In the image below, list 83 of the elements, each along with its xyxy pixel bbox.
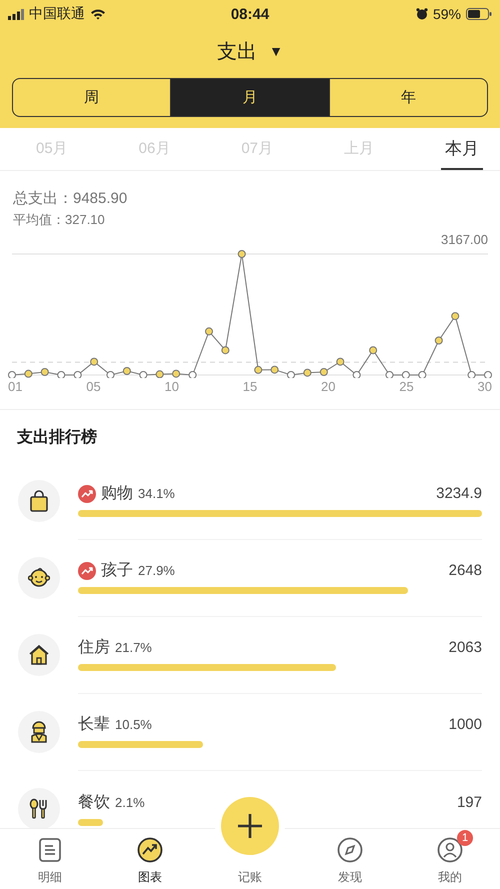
signal-icon [8, 8, 24, 20]
axis-label: 05 [86, 379, 101, 394]
data-point [369, 346, 378, 354]
category-percent: 21.7% [115, 640, 152, 655]
data-point [287, 371, 295, 378]
axis-label: 20 [321, 379, 336, 394]
data-point [188, 371, 197, 378]
category-amount: 3234.9 [436, 485, 482, 502]
house-icon [28, 642, 50, 666]
trend-chart-icon [137, 837, 163, 863]
month-tab[interactable]: 本月 [441, 128, 483, 170]
category-name: 住房 [78, 638, 110, 658]
category-percent: 10.5% [115, 717, 152, 732]
person-icon [437, 837, 463, 863]
axis-label: 30 [478, 379, 492, 394]
period-tab[interactable]: 年 [328, 79, 487, 116]
status-time: 08:44 [230, 6, 270, 22]
data-point [205, 327, 213, 336]
data-point [24, 370, 32, 378]
compass-icon [337, 837, 363, 863]
data-point [336, 358, 344, 366]
data-point [451, 312, 460, 320]
nav-tab[interactable]: 图表 [100, 829, 200, 889]
list-icon [37, 837, 63, 863]
alarm-icon [416, 8, 428, 20]
data-point [238, 250, 246, 258]
category-percent: 27.9% [138, 563, 175, 578]
category-amount: 1000 [448, 716, 482, 733]
category-name: 购物 [101, 484, 133, 504]
period-tab[interactable]: 月 [170, 79, 329, 116]
data-point [156, 370, 164, 378]
category-name: 餐饮 [78, 792, 110, 812]
nav-tab[interactable]: 发现 [300, 829, 400, 889]
nav-tab[interactable]: 明细 [0, 829, 100, 889]
axis-label: 15 [242, 379, 258, 394]
max-value-label: 3167.00 [441, 231, 488, 248]
category-name: 孩子 [101, 560, 133, 581]
notification-badge: 1 [457, 830, 473, 846]
data-point [74, 371, 82, 378]
data-point [386, 371, 394, 378]
type-dropdown[interactable]: 支出 ▼ [213, 38, 287, 64]
average-value: 平均值：327.10 [12, 211, 106, 229]
battery-icon [466, 8, 492, 20]
data-point [221, 346, 230, 354]
data-point [40, 368, 49, 376]
data-point [254, 366, 262, 374]
data-point [402, 371, 410, 378]
data-point [418, 371, 426, 378]
spoon-fork-icon [28, 796, 50, 820]
data-point [8, 371, 16, 378]
data-point [106, 371, 114, 378]
section-title: 支出排行榜 [16, 427, 98, 448]
data-point [484, 371, 492, 378]
data-point [434, 336, 443, 344]
nav-label: 记账 [238, 869, 262, 886]
data-point [320, 368, 328, 376]
total-expense: 总支出：9485.90 [12, 189, 128, 209]
data-point [90, 358, 98, 366]
data-point [303, 368, 312, 377]
wifi-icon [90, 8, 106, 20]
data-point [122, 367, 131, 375]
shopping-bag-icon [28, 488, 50, 512]
category-percent: 34.1% [138, 486, 175, 501]
period-tab[interactable]: 周 [13, 79, 170, 116]
category-amount: 2648 [448, 562, 482, 579]
data-point [139, 371, 148, 378]
carrier-name: 中国联通 [29, 5, 85, 23]
category-name: 长辈 [78, 714, 110, 735]
category-percent: 2.1% [115, 794, 145, 810]
axis-label: 10 [164, 379, 179, 394]
data-point [270, 366, 279, 374]
baby-face-icon [28, 566, 50, 590]
category-amount: 2063 [448, 639, 482, 656]
data-point [352, 371, 361, 378]
axis-label: 25 [399, 379, 414, 394]
data-point [468, 371, 476, 378]
nav-tab[interactable]: 我的 1 [400, 829, 500, 889]
plus-icon [237, 813, 263, 839]
battery-percent: 59% [432, 6, 461, 22]
axis-label: 01 [8, 379, 22, 394]
category-amount: 197 [456, 794, 482, 810]
data-point [172, 370, 180, 378]
data-point [57, 371, 66, 378]
